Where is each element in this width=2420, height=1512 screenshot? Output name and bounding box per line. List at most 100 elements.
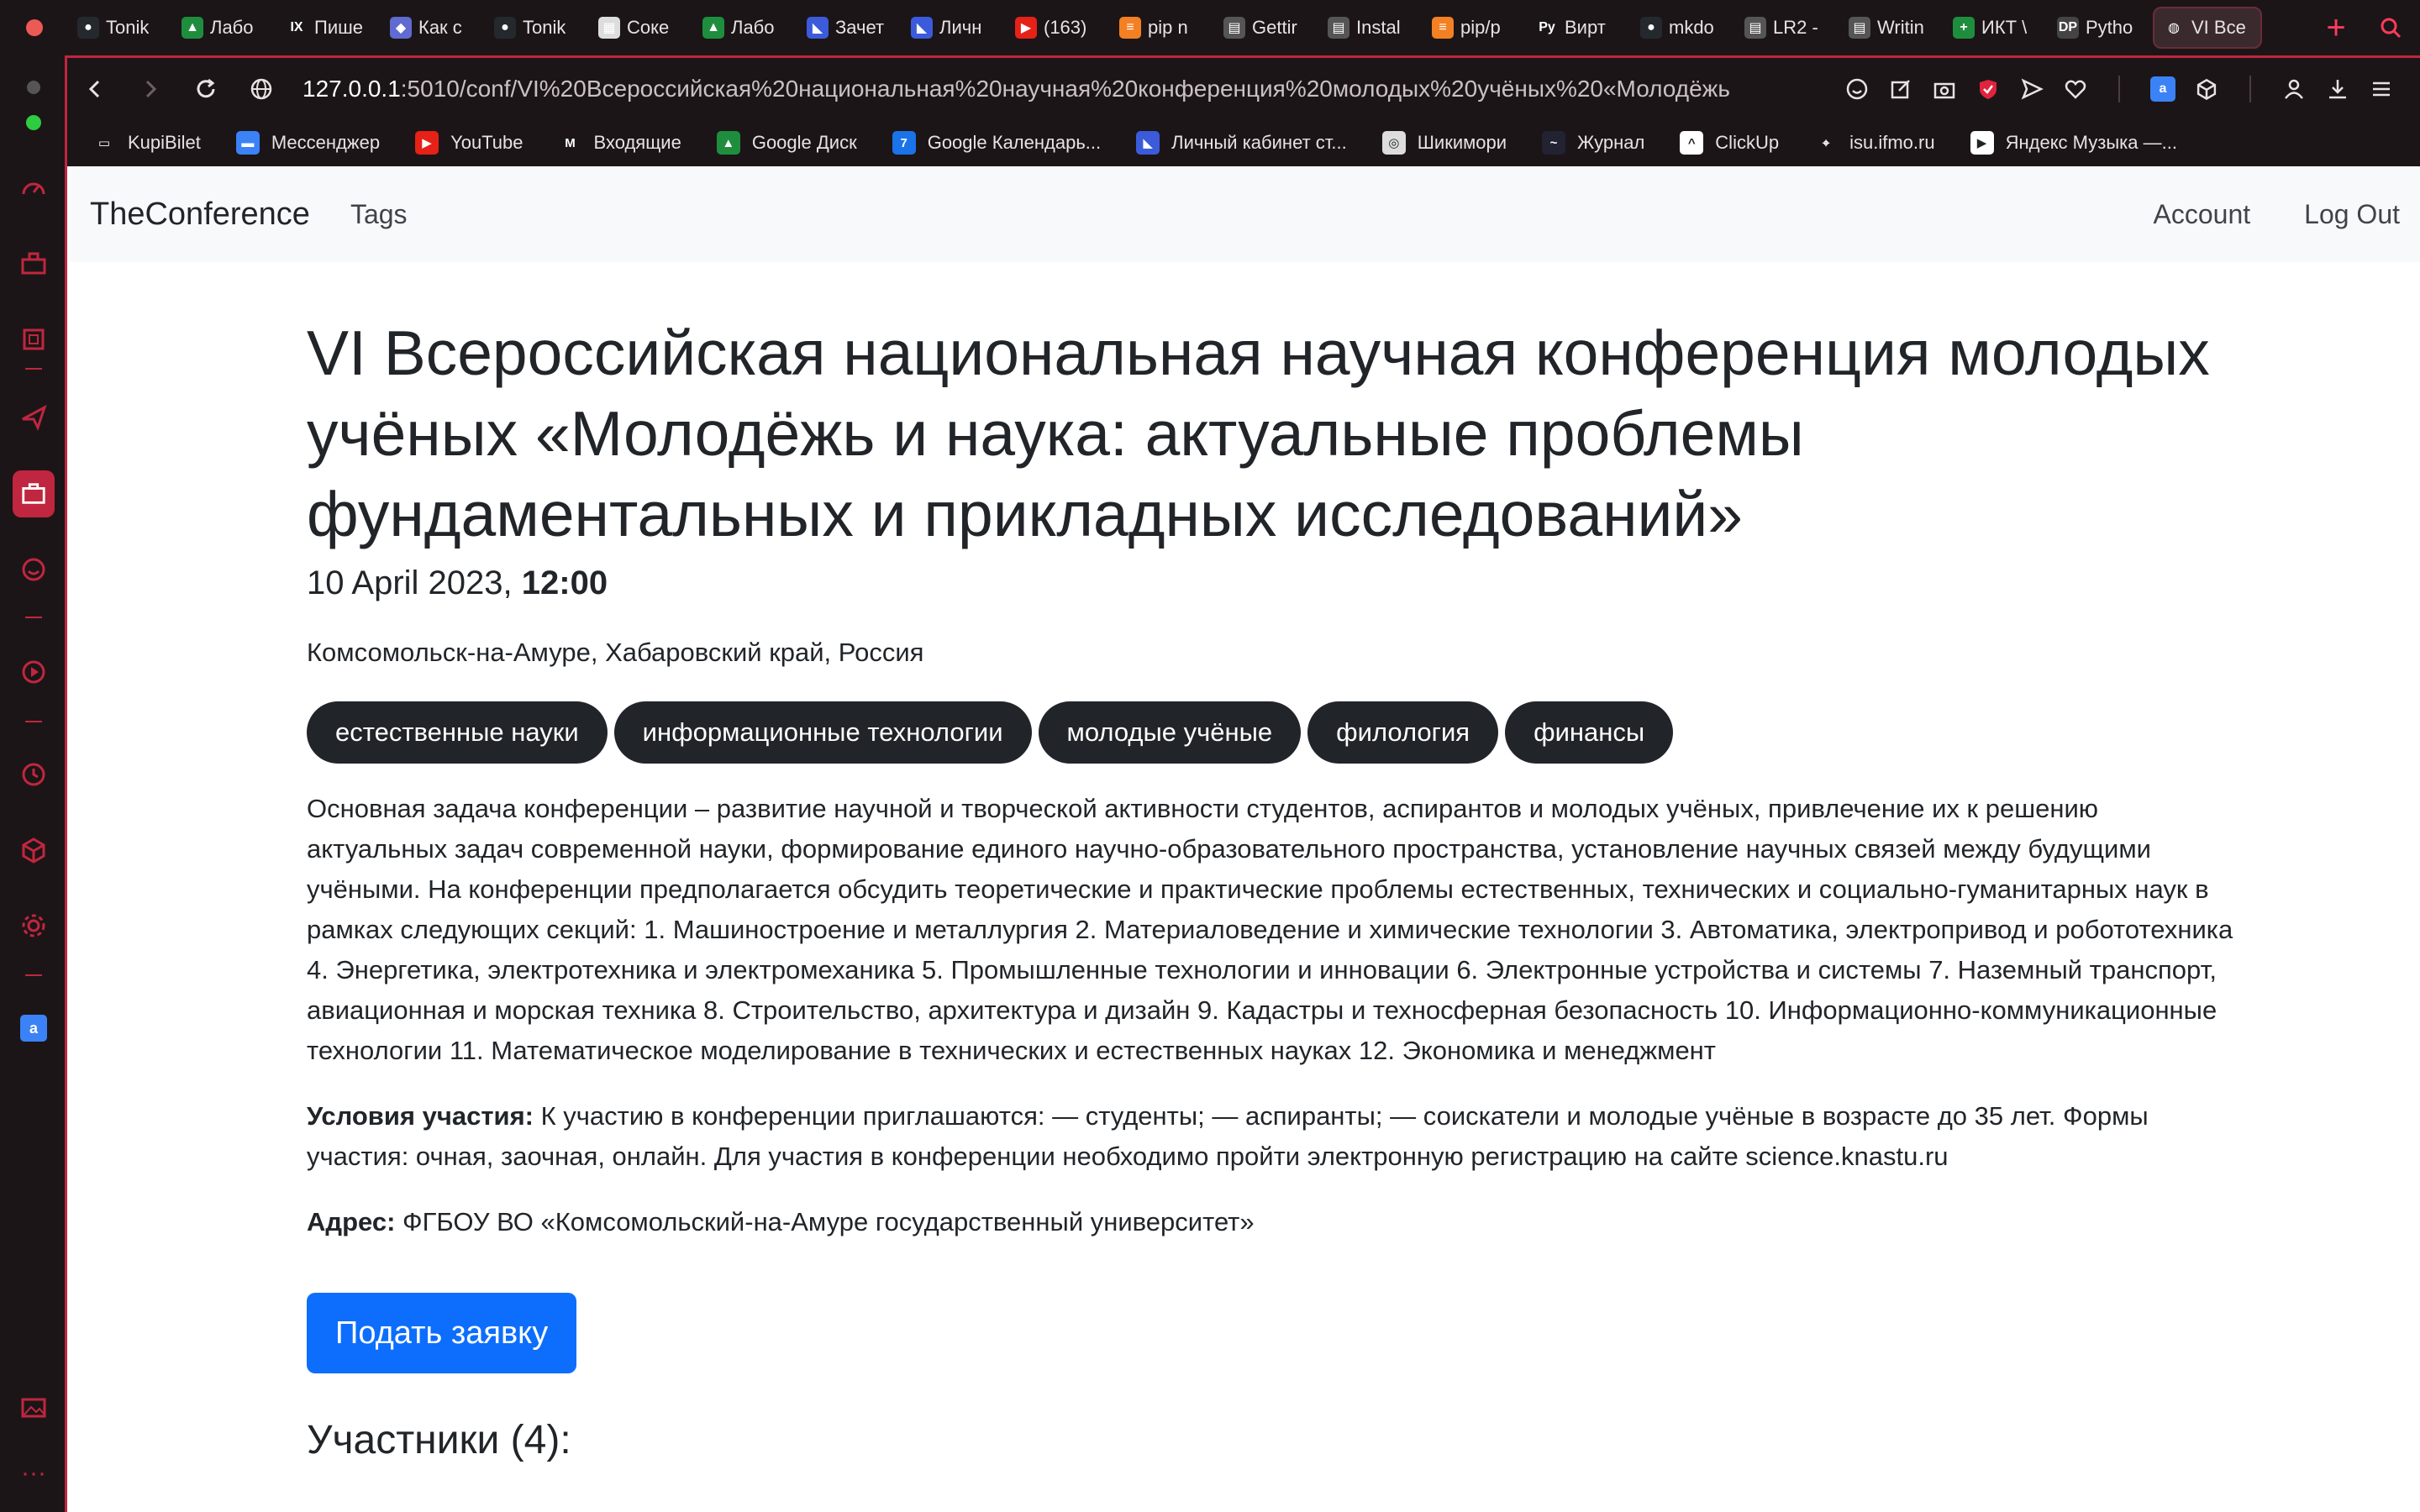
airplane-icon[interactable] — [0, 393, 67, 440]
bookmark-item[interactable]: ~ Журнал — [1542, 131, 1644, 155]
youtube-icon: ▶ — [1015, 17, 1037, 39]
nav-logout-link[interactable]: Log Out — [2304, 199, 2400, 230]
adblock-shield-icon[interactable] — [1966, 64, 2010, 114]
bookmark-item[interactable]: ^ ClickUp — [1680, 131, 1779, 155]
sidebar-divider — [25, 368, 42, 370]
conditions-text: К участию в конференции приглашаются: — … — [307, 1101, 2149, 1171]
briefcase-icon[interactable] — [13, 470, 55, 517]
edit-icon[interactable] — [1879, 64, 1923, 114]
bookmark-label: Google Диск — [751, 132, 857, 153]
play-icon[interactable] — [0, 648, 67, 696]
browser-tab[interactable]: ▤ LR2 - — [1736, 7, 1840, 49]
bookmark-item[interactable]: ⌖ isu.ifmo.ru — [1814, 131, 1935, 155]
tag-pill[interactable]: информационные технологии — [613, 701, 1032, 764]
menu-icon[interactable] — [2360, 64, 2403, 114]
browser-tab[interactable]: ▲ Лабо — [173, 7, 277, 49]
browser-sidebar: a ··· — [0, 55, 67, 1512]
browser-tab[interactable]: ▶ (163) — [1007, 7, 1111, 49]
url-field[interactable]: 127.0.0.1:5010/conf/VI%20Всероссийская%2… — [289, 64, 1835, 114]
bookmark-label: Шикимори — [1417, 132, 1507, 153]
bookmark-item[interactable]: ◣ Личный кабинет ст... — [1136, 131, 1347, 155]
nav-tags-link[interactable]: Tags — [350, 199, 408, 230]
reload-icon[interactable] — [178, 61, 234, 117]
browser-tab[interactable]: ▤ Writin — [1840, 7, 1944, 49]
tab-label: ИКТ \ — [1981, 17, 2028, 38]
browser-tab[interactable]: DP Pytho — [2049, 7, 2153, 49]
tag-pill[interactable]: филология — [1307, 701, 1499, 764]
cube-icon[interactable] — [0, 827, 67, 874]
bookmark-label: Входящие — [593, 132, 681, 153]
smiley-icon[interactable] — [0, 546, 67, 593]
bookmark-item[interactable]: ▶ Яндекс Музыка —... — [1970, 131, 2177, 155]
site-brand-link[interactable]: TheConference — [90, 197, 310, 233]
tab-search-icon[interactable] — [2361, 0, 2420, 55]
nav-account-link[interactable]: Account — [2154, 199, 2251, 230]
tag-pill[interactable]: естественные науки — [307, 701, 608, 764]
apply-button[interactable]: Подать заявку — [307, 1293, 577, 1373]
browser-tab[interactable]: + ИКТ \ — [1944, 7, 2049, 49]
browser-tab[interactable]: ◍ VI Все — [2153, 7, 2262, 49]
conference-description: Основная задача конференции – развитие н… — [307, 794, 2233, 1065]
toolbox-icon[interactable] — [0, 240, 67, 287]
bookmark-item[interactable]: M Входящие — [559, 131, 681, 155]
tab-label: Instal — [1356, 17, 1401, 38]
conference-date: 10 April 2023, 12:00 — [307, 564, 2239, 602]
chip-icon[interactable] — [0, 316, 67, 363]
send-icon[interactable] — [2010, 64, 2054, 114]
speed-dial-icon[interactable] — [0, 165, 67, 212]
bookmark-item[interactable]: ▲ Google Диск — [716, 131, 857, 155]
forward-arrow-icon[interactable] — [123, 61, 178, 117]
site-info-globe-icon[interactable] — [234, 61, 289, 117]
browser-tab[interactable]: Ру Вирт — [1528, 7, 1632, 49]
bookmark-item[interactable]: ▭ KupiBilet — [92, 131, 201, 155]
conference-tags: естественные науки информационные техноло… — [307, 701, 2239, 764]
divider — [2097, 64, 2141, 114]
tab-label: Pytho — [2086, 17, 2133, 38]
browser-tab[interactable]: ● Tonik — [69, 7, 173, 49]
download-icon[interactable] — [2316, 64, 2360, 114]
conference-conditions: Условия участия: К участию в конференции… — [307, 1096, 2239, 1177]
browser-tab[interactable]: IX Пише — [277, 7, 381, 49]
browser-tab[interactable]: ▤ Gettir — [1215, 7, 1319, 49]
translate-icon[interactable]: a — [0, 1005, 67, 1052]
bookmark-item[interactable]: ▶ YouTube — [415, 131, 523, 155]
cube-icon[interactable] — [2185, 64, 2228, 114]
tab-label: Соке — [627, 17, 670, 38]
sidebar-status-icon — [0, 99, 67, 146]
tag-pill[interactable]: молодые учёные — [1038, 701, 1302, 764]
github-icon: ● — [494, 17, 516, 39]
bookmark-item[interactable]: ◎ Шикимори — [1381, 131, 1507, 155]
tag-pill[interactable]: финансы — [1505, 701, 1674, 764]
history-icon[interactable] — [0, 751, 67, 798]
settings-gear-icon[interactable] — [0, 902, 67, 949]
messenger-icon: ▬ — [235, 131, 260, 155]
browser-tab[interactable]: ▦ Соке — [590, 7, 694, 49]
tab-strip: ● Tonik ▲ Лабо IX Пише ◆ Как с ● Tonik ▦ Соке ▲ Лабо ◣… — [0, 0, 2420, 55]
browser-tab[interactable]: ▲ Лабо — [694, 7, 798, 49]
browser-tab[interactable]: ◆ Как с — [381, 7, 486, 49]
close-window-button[interactable] — [26, 19, 43, 36]
browser-tab[interactable]: ◣ Личн — [902, 7, 1007, 49]
browser-tab[interactable]: ● mkdo — [1632, 7, 1736, 49]
gallery-icon[interactable] — [0, 1384, 67, 1431]
tab-label: Tonik — [523, 17, 566, 38]
bookmark-label: Яндекс Музыка —... — [2005, 132, 2177, 153]
emoji-icon[interactable] — [1835, 64, 1879, 114]
browser-tab[interactable]: ● Tonik — [486, 7, 590, 49]
heart-icon[interactable] — [2054, 64, 2097, 114]
bookmark-item[interactable]: 7 Google Календарь... — [892, 131, 1101, 155]
new-tab-button[interactable]: + — [2311, 7, 2361, 49]
browser-tab[interactable]: ≡ pip/p — [1423, 7, 1528, 49]
back-arrow-icon[interactable] — [67, 61, 123, 117]
browser-tab[interactable]: ◣ Зачет — [798, 7, 902, 49]
translate-icon[interactable]: a — [2141, 64, 2185, 114]
browser-tab[interactable]: ▤ Instal — [1319, 7, 1423, 49]
profile-icon[interactable] — [2272, 64, 2316, 114]
folder-icon: ▭ — [97, 136, 111, 150]
camera-icon[interactable] — [1923, 64, 1966, 114]
calendar-icon: 7 — [892, 131, 916, 155]
bookmark-item[interactable]: ▬ Мессенджер — [235, 131, 380, 155]
bookmark-label: ClickUp — [1715, 132, 1780, 153]
more-icon[interactable]: ··· — [0, 1450, 67, 1497]
browser-tab[interactable]: ≡ pip n — [1111, 7, 1215, 49]
